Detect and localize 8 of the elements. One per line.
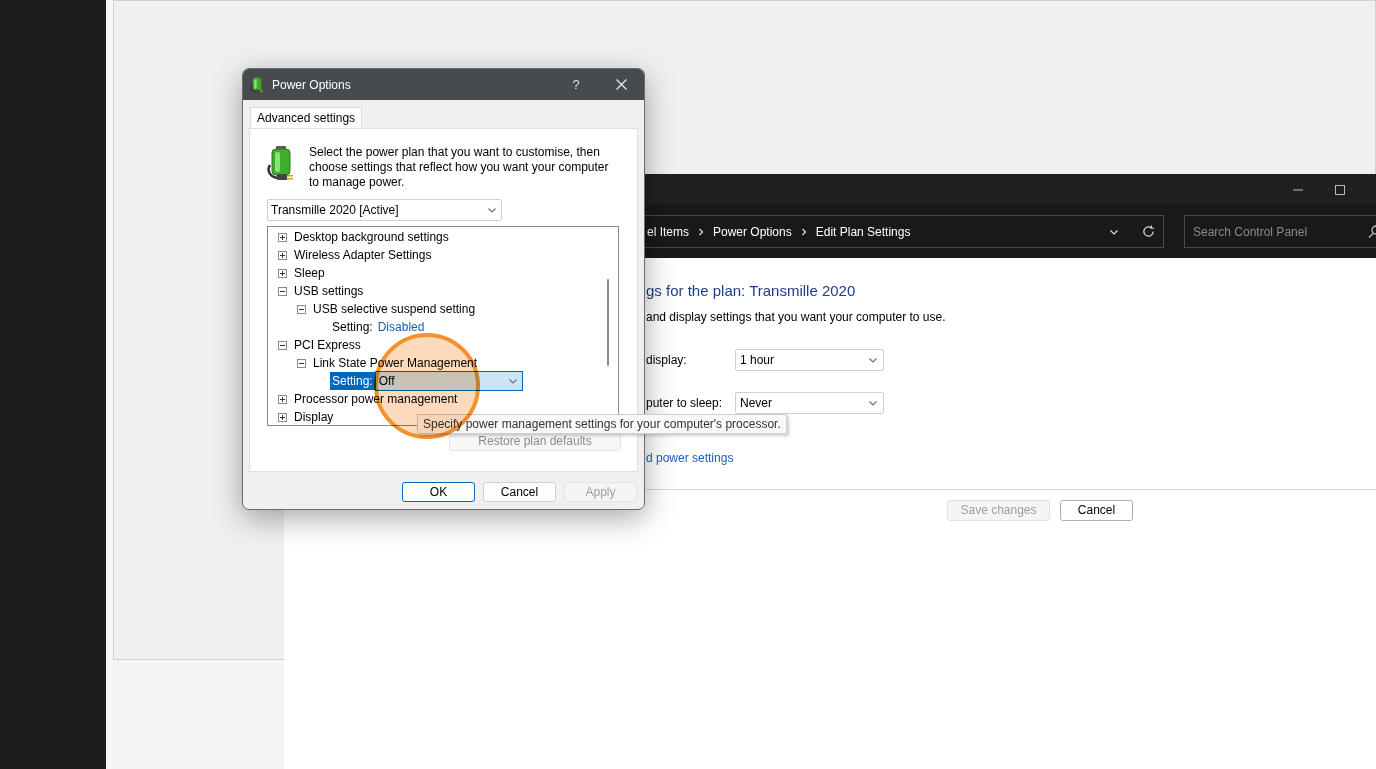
setting-label: puter to sleep: — [646, 394, 724, 412]
setting-label: display: — [646, 351, 688, 369]
intro-text: Select the power plan that you want to customise, then choose settings that reflect how you want your computer to manage power. — [309, 145, 610, 190]
setting-label: Setting: — [330, 372, 375, 390]
page-description: and display settings that you want your computer to use. — [646, 308, 947, 326]
setting-label: Setting: — [331, 319, 374, 336]
page-heading: gs for the plan: Transmille 2020 — [646, 281, 857, 301]
dialog-title: Power Options — [272, 76, 351, 94]
